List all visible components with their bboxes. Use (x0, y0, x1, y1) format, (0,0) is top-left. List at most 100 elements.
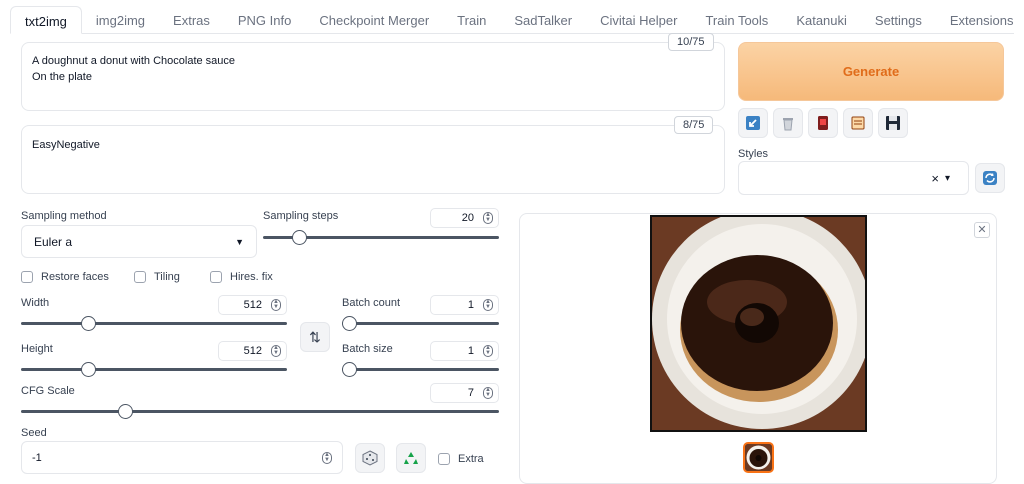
recycle-icon (404, 452, 418, 464)
batch-size-input[interactable]: 1 ▲ ▼ (430, 341, 499, 361)
tab-img2img[interactable]: img2img (82, 6, 159, 34)
cfg-scale-label: CFG Scale (21, 385, 75, 397)
image-thumbnail[interactable] (743, 442, 774, 473)
tab-settings[interactable]: Settings (861, 6, 936, 34)
batch-count-slider[interactable] (342, 316, 499, 331)
tab-train-tools[interactable]: Train Tools (691, 6, 782, 34)
sampling-steps-value: 20 (461, 212, 474, 224)
clear-icon[interactable]: × (931, 171, 939, 186)
card-icon (818, 116, 828, 130)
tab-civitai-helper[interactable]: Civitai Helper (586, 6, 691, 34)
width-input[interactable]: 512 ▲ ▼ (218, 295, 287, 315)
read-params-button[interactable] (738, 108, 768, 138)
batch-size-slider-thumb[interactable] (342, 362, 357, 377)
generated-image[interactable] (650, 215, 867, 432)
swap-icon: ⇅ (309, 328, 321, 345)
seed-label: Seed (21, 427, 47, 439)
tiling-label: Tiling (154, 271, 180, 283)
tab-extensions[interactable]: Extensions (936, 6, 1024, 34)
tab-sadtalker[interactable]: SadTalker (500, 6, 586, 34)
checkbox-box[interactable] (134, 271, 146, 283)
negative-prompt-input[interactable]: EasyNegative (21, 125, 725, 194)
width-label: Width (21, 297, 50, 309)
trash-button[interactable] (773, 108, 803, 138)
arrow-bottom-left-icon (746, 116, 760, 130)
refresh-styles-button[interactable] (975, 163, 1005, 193)
spinner-icon[interactable]: ▲ ▼ (322, 451, 332, 464)
checkbox-box[interactable] (438, 453, 450, 465)
restore-faces-label: Restore faces (41, 271, 109, 283)
extra-checkbox[interactable]: Extra (438, 453, 484, 465)
clipboard-icon (851, 116, 865, 130)
prompt-token-counter: 10/75 (668, 33, 714, 51)
tab-katanuki[interactable]: Katanuki (782, 6, 861, 34)
sampling-steps-slider[interactable] (263, 230, 499, 245)
sampling-method-value: Euler a (34, 234, 73, 249)
save-style-button[interactable] (878, 108, 908, 138)
batch-count-input[interactable]: 1 ▲ ▼ (430, 295, 499, 315)
tab-extras[interactable]: Extras (159, 6, 224, 34)
checkbox-box[interactable] (21, 271, 33, 283)
batch-size-label: Batch size (342, 343, 393, 355)
refresh-icon (983, 171, 997, 185)
close-icon[interactable]: ✕ (974, 222, 990, 238)
tab-train[interactable]: Train (443, 6, 500, 34)
batch-count-label: Batch count (342, 297, 401, 309)
spinner-icon[interactable]: ▲ ▼ (483, 387, 493, 399)
donut-thumbnail (745, 444, 772, 471)
negative-prompt-token-counter: 8/75 (674, 116, 714, 134)
apply-style-button[interactable] (843, 108, 873, 138)
extra-label: Extra (458, 453, 484, 465)
swap-dimensions-button[interactable]: ⇅ (300, 322, 330, 352)
hires-fix-checkbox[interactable]: Hires. fix (210, 271, 273, 283)
height-label: Height (21, 343, 53, 355)
dice-icon (362, 450, 378, 466)
sampling-method-label: Sampling method (21, 210, 107, 222)
seed-value: -1 (32, 451, 42, 464)
trash-icon (783, 118, 793, 131)
width-slider-thumb[interactable] (81, 316, 97, 331)
height-slider[interactable] (21, 362, 287, 377)
batch-size-slider[interactable] (342, 362, 499, 377)
spinner-icon[interactable]: ▲ ▼ (271, 299, 281, 311)
cfg-scale-value: 7 (467, 387, 474, 399)
spinner-icon[interactable]: ▲ ▼ (483, 299, 493, 311)
width-value: 512 (243, 299, 262, 311)
prompt-input[interactable]: A doughnut a donut with Chocolate sauce … (21, 42, 725, 111)
spinner-icon[interactable]: ▲ ▼ (483, 345, 493, 357)
restore-faces-checkbox[interactable]: Restore faces (21, 271, 109, 283)
tiling-checkbox[interactable]: Tiling (134, 271, 180, 283)
height-slider-thumb[interactable] (81, 362, 97, 377)
batch-size-value: 1 (467, 345, 474, 357)
floppy-disk-icon (886, 116, 900, 130)
height-value: 512 (243, 345, 262, 357)
spinner-icon[interactable]: ▲ ▼ (271, 345, 281, 357)
chevron-down-icon: ▾ (944, 172, 950, 184)
batch-count-slider-thumb[interactable] (342, 316, 357, 331)
chevron-down-icon: ▼ (235, 236, 244, 247)
sampling-steps-label: Sampling steps (263, 210, 339, 222)
tab-checkpoint-merger[interactable]: Checkpoint Merger (305, 6, 443, 34)
sampling-method-dropdown[interactable]: Euler a ▼ (21, 225, 257, 258)
styles-dropdown[interactable]: × ▾ (738, 161, 969, 195)
cfg-scale-slider-thumb[interactable] (118, 404, 134, 419)
show-extra-networks-button[interactable] (808, 108, 838, 138)
cfg-scale-slider[interactable] (21, 404, 499, 419)
cfg-scale-input[interactable]: 7 ▲ ▼ (430, 383, 499, 403)
donut-image (652, 217, 865, 430)
sampling-steps-slider-thumb[interactable] (291, 230, 307, 245)
batch-count-value: 1 (467, 299, 474, 311)
height-input[interactable]: 512 ▲ ▼ (218, 341, 287, 361)
tab-png-info[interactable]: PNG Info (224, 6, 305, 34)
styles-label: Styles (738, 148, 768, 160)
checkbox-box[interactable] (210, 271, 222, 283)
tab-txt2img[interactable]: txt2img (10, 6, 82, 34)
random-seed-button[interactable] (355, 443, 385, 473)
tab-bar: txt2img img2img Extras PNG Info Checkpoint M… (10, 6, 1014, 34)
width-slider[interactable] (21, 316, 287, 331)
spinner-icon[interactable]: ▲ ▼ (483, 212, 493, 224)
reuse-seed-button[interactable] (396, 443, 426, 473)
generate-button[interactable]: Generate (738, 42, 1004, 101)
seed-input[interactable]: -1 ▲ ▼ (21, 441, 343, 474)
sampling-steps-input[interactable]: 20 ▲ ▼ (430, 208, 499, 228)
